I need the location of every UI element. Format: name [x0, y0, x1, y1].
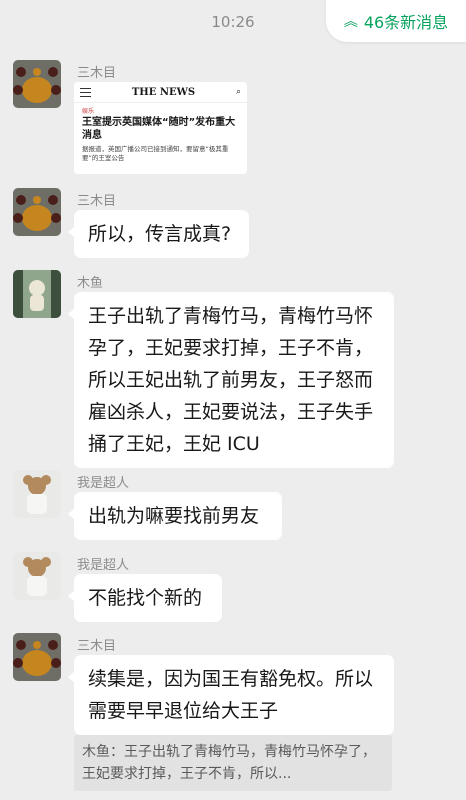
avatar[interactable] — [13, 633, 61, 681]
double-chevron-up-icon: ︽ — [343, 14, 358, 30]
sender-name: 我是超人 — [77, 558, 130, 573]
message-bubble[interactable]: 所以，传言成真? — [68, 210, 249, 258]
sender-name: 三木目 — [77, 639, 117, 654]
news-card[interactable]: THE NEWS ⌕ 娱乐 王室提示英国媒体“随时”发布重大消息 据报道，英国广… — [74, 82, 247, 174]
news-brand: THE NEWS — [131, 86, 196, 98]
sender-name: 三木目 — [77, 66, 117, 81]
menu-icon — [80, 87, 91, 97]
new-messages-label: 46条新消息 — [363, 13, 449, 32]
avatar[interactable] — [13, 552, 61, 600]
new-messages-button[interactable]: ︽ 46条新消息 — [326, 0, 466, 42]
avatar[interactable] — [13, 270, 61, 318]
search-icon: ⌕ — [235, 87, 241, 97]
sender-name: 木鱼 — [77, 276, 104, 291]
sender-name: 三木目 — [77, 194, 117, 209]
message-bubble[interactable]: 出轨为嘛要找前男友 — [68, 492, 282, 540]
avatar[interactable] — [13, 60, 61, 108]
avatar[interactable] — [13, 188, 61, 236]
news-category: 娱乐 — [82, 108, 95, 115]
news-headline: 王室提示英国媒体“随时”发布重大消息 — [82, 117, 236, 141]
avatar[interactable] — [13, 470, 61, 518]
message-bubble[interactable]: 续集是，因为国王有豁免权。所以需要早早退位给大王子 — [68, 655, 394, 735]
message-bubble[interactable]: 不能找个新的 — [68, 574, 222, 622]
quoted-message[interactable]: 木鱼：王子出轨了青梅竹马，青梅竹马怀孕了，王妃要求打掉，王子不肯，所以... — [74, 735, 392, 791]
sender-name: 我是超人 — [77, 476, 130, 491]
news-summary: 据报道，英国广播公司已接到通知，要留意“极其重要”的王室公告 — [82, 145, 229, 162]
message-bubble[interactable]: 王子出轨了青梅竹马，青梅竹马怀孕了，王妃要求打掉，王子不肯，所以王妃出轨了前男友… — [68, 292, 394, 468]
